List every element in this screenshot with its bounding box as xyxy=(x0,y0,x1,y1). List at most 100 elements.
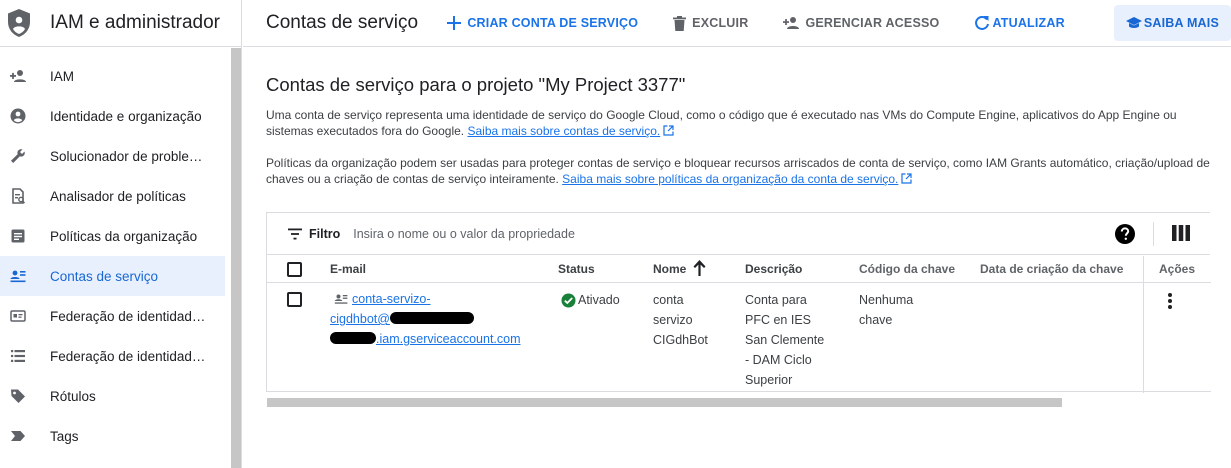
sidebar-nav: IAM Identidade e organização Solucionado… xyxy=(0,56,225,456)
column-display-icon[interactable] xyxy=(1172,225,1190,241)
column-header-key-id[interactable]: Código da chave xyxy=(859,262,955,276)
external-link-icon xyxy=(901,173,912,184)
description-cell: Conta para PFC en IES San Clemente - DAM… xyxy=(745,290,824,390)
delete-label: EXCLUIR xyxy=(692,16,749,30)
sidebar-item-label: Federação de identidade … xyxy=(50,308,208,324)
column-header-email[interactable]: E-mail xyxy=(330,262,366,276)
sidebar-item-identity-org[interactable]: Identidade e organização xyxy=(0,96,225,136)
school-icon xyxy=(1125,17,1142,28)
sidebar-item-labels[interactable]: Rótulos xyxy=(0,376,225,416)
article-icon xyxy=(9,227,27,245)
sidebar-item-label: Solucionador de problem… xyxy=(50,148,208,164)
refresh-label: ATUALIZAR xyxy=(992,16,1065,30)
column-header-actions: Ações xyxy=(1159,262,1196,276)
redaction-bar xyxy=(389,312,474,324)
row-checkbox[interactable] xyxy=(287,292,302,307)
manage-access-button[interactable]: GERENCIAR ACESSO xyxy=(783,5,939,41)
person-add-icon xyxy=(9,67,27,85)
column-header-status[interactable]: Status xyxy=(558,262,595,276)
sidebar-item-service-accounts[interactable]: Contas de serviço xyxy=(0,256,225,296)
sidebar-item-workforce-federation[interactable]: Federação de identidade … xyxy=(0,336,225,376)
description-line: San Clemente xyxy=(745,333,825,347)
table-header: E-mail Status Nome Descrição Código da c… xyxy=(267,256,1211,283)
service-account-icon xyxy=(334,294,348,304)
toolbar: Contas de serviço CRIAR CONTA DE SERVIÇO… xyxy=(243,0,1231,47)
service-account-icon xyxy=(9,267,27,285)
key-id-cell: Nenhuma chave xyxy=(859,290,913,330)
toolbar-divider xyxy=(1153,222,1154,246)
create-service-account-button[interactable]: CRIAR CONTA DE SERVIÇO xyxy=(447,5,638,41)
delete-button[interactable]: EXCLUIR xyxy=(673,5,748,41)
policies-paragraph: Políticas da organização podem ser usada… xyxy=(266,155,1216,187)
sidebar-item-iam[interactable]: IAM xyxy=(0,56,225,96)
description-line: PFC en IES xyxy=(745,313,811,327)
sort-arrow-up-icon xyxy=(693,260,706,276)
more-actions-icon[interactable] xyxy=(1167,292,1173,310)
description-line: Superior xyxy=(745,373,793,387)
table-row: conta-servizo- cigdhbot@ .iam.gserviceac… xyxy=(267,284,1211,392)
filter-input[interactable]: Insira o nome ou o valor da propriedade xyxy=(353,227,575,241)
main-content: Contas de serviço para o projeto "My Pro… xyxy=(266,48,1216,187)
learn-org-policies-link[interactable]: Saiba mais sobre políticas da organizaçã… xyxy=(562,172,898,186)
name-line: servizo xyxy=(653,313,693,327)
check-circle-icon xyxy=(561,293,576,307)
page-title: Contas de serviço xyxy=(266,12,419,33)
learn-label: SAIBA MAIS xyxy=(1143,16,1219,30)
column-header-name-label: Nome xyxy=(653,262,687,276)
description-line: - DAM Ciclo xyxy=(745,353,812,367)
sidebar-item-troubleshooter[interactable]: Solucionador de problem… xyxy=(0,136,225,176)
sidebar-header: IAM e administrador xyxy=(0,0,241,47)
sidebar-item-label: Identidade e organização xyxy=(50,108,202,124)
id-card-icon xyxy=(9,307,27,325)
learn-more-button[interactable]: SAIBA MAIS xyxy=(1113,5,1231,41)
filter-icon xyxy=(288,228,302,239)
name-line: conta xyxy=(653,293,684,307)
list-icon xyxy=(9,347,27,365)
learn-service-accounts-link[interactable]: Saiba mais sobre contas de serviço. xyxy=(467,124,660,138)
service-accounts-table: Filtro Insira o nome ou o valor da propr… xyxy=(266,212,1211,393)
plus-icon xyxy=(447,16,462,30)
shield-icon xyxy=(8,9,30,37)
trash-icon xyxy=(673,15,687,31)
email-link-line3[interactable]: .iam.gserviceaccount.com xyxy=(376,332,521,346)
filter-label: Filtro xyxy=(309,226,341,241)
create-label: CRIAR CONTA DE SERVIÇO xyxy=(467,16,639,30)
sidebar-item-label: Federação de identidade … xyxy=(50,348,208,364)
key-line: chave xyxy=(859,313,893,327)
help-icon[interactable] xyxy=(1114,223,1136,245)
intro-paragraph: Uma conta de serviço representa uma iden… xyxy=(266,107,1216,139)
refresh-button[interactable]: ATUALIZAR xyxy=(974,5,1065,41)
email-cell: conta-servizo- cigdhbot@ .iam.gserviceac… xyxy=(330,289,521,349)
email-link-line1[interactable]: conta-servizo- xyxy=(352,289,431,309)
person-add-icon xyxy=(783,17,800,29)
description-line: Conta para xyxy=(745,293,807,307)
sidebar-item-label: Analisador de políticas xyxy=(50,188,186,204)
status-text: Ativado xyxy=(578,293,620,307)
account-circle-icon xyxy=(9,107,27,125)
select-all-checkbox[interactable] xyxy=(287,262,302,277)
sidebar-item-workload-federation[interactable]: Federação de identidade … xyxy=(0,296,225,336)
manage-label: GERENCIAR ACESSO xyxy=(805,16,940,30)
sidebar-item-policy-analyzer[interactable]: Analisador de políticas xyxy=(0,176,225,216)
column-header-description[interactable]: Descrição xyxy=(745,262,802,276)
status-cell: Ativado xyxy=(561,290,620,310)
table-horizontal-scrollbar[interactable] xyxy=(267,398,1062,407)
redaction-bar xyxy=(330,332,376,344)
sidebar-item-label: Contas de serviço xyxy=(50,268,159,284)
refresh-icon xyxy=(975,15,990,30)
column-header-key-date[interactable]: Data de criação da chave xyxy=(980,262,1123,276)
policy-doc-icon xyxy=(9,187,27,205)
name-line: CIGdhBot xyxy=(653,333,708,347)
tag-icon xyxy=(9,427,27,445)
sidebar-scrollbar[interactable] xyxy=(231,48,241,468)
sidebar-item-org-policies[interactable]: Políticas da organização xyxy=(0,216,225,256)
column-header-name[interactable]: Nome xyxy=(653,260,707,276)
key-line: Nenhuma xyxy=(859,293,914,307)
section-heading: Contas de serviço para o projeto "My Pro… xyxy=(266,74,686,95)
sidebar-item-label: IAM xyxy=(50,68,75,84)
email-link-line2[interactable]: cigdhbot@ xyxy=(330,312,390,326)
intro-text: Uma conta de serviço representa uma iden… xyxy=(266,108,1177,138)
sidebar: IAM e administrador IAM Identidade e org… xyxy=(0,0,242,468)
sidebar-item-tags[interactable]: Tags xyxy=(0,416,225,456)
external-link-icon xyxy=(663,125,674,136)
